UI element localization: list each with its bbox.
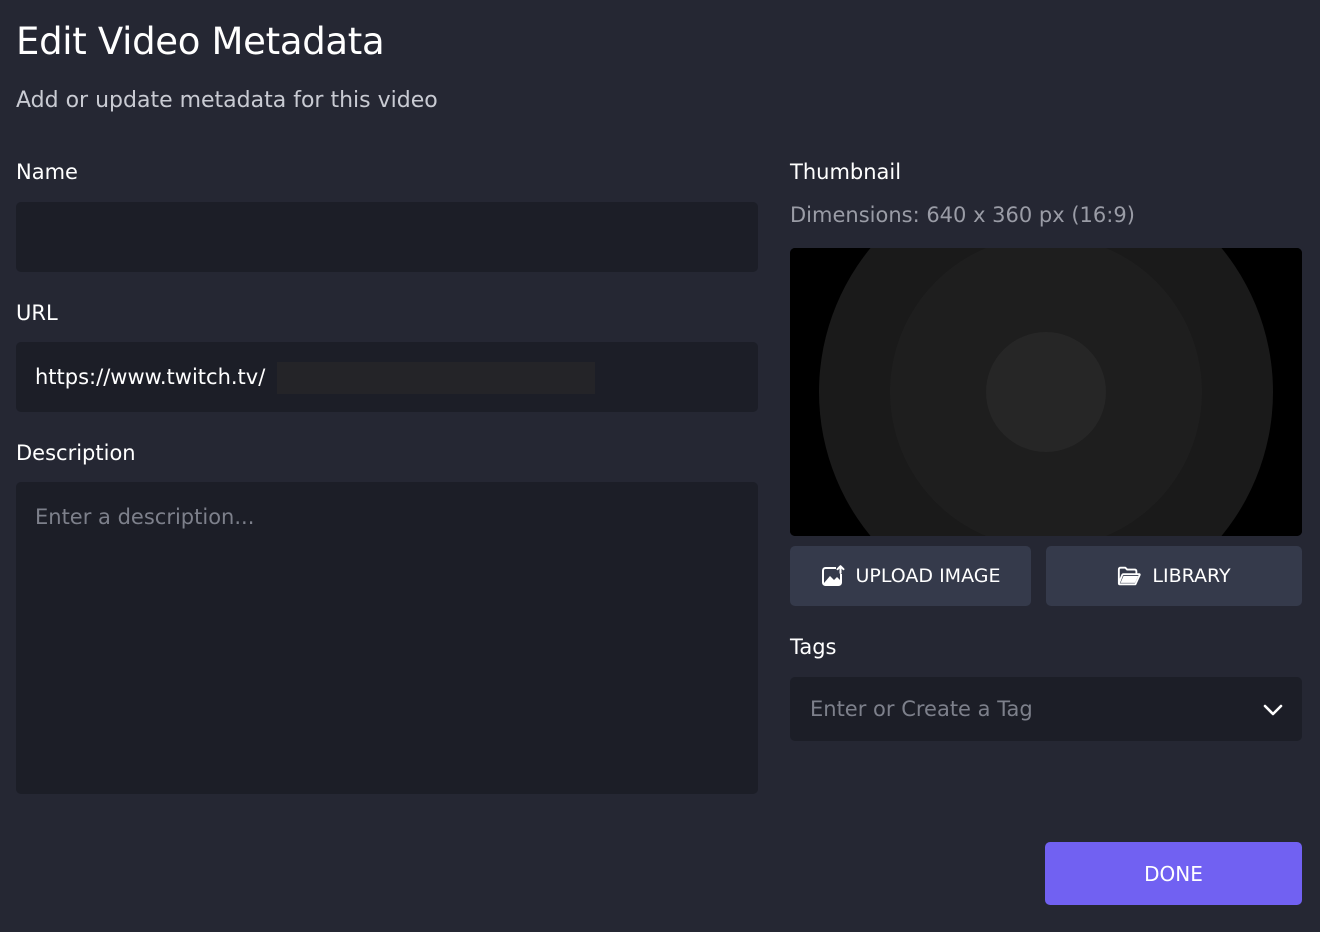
upload-image-label: UPLOAD IMAGE [855, 565, 1001, 587]
done-label: DONE [1144, 861, 1203, 886]
url-input[interactable]: https://www.twitch.tv/ [16, 342, 758, 412]
image-upload-icon [821, 564, 845, 588]
thumbnail-dimensions: Dimensions: 640 x 360 px (16:9) [790, 203, 1135, 227]
name-field-container [16, 202, 758, 272]
url-redacted-segment [277, 362, 595, 394]
url-label: URL [16, 301, 58, 325]
library-label: LIBRARY [1152, 565, 1231, 587]
description-textarea[interactable] [16, 482, 758, 794]
done-button[interactable]: DONE [1045, 842, 1302, 905]
thumbnail-placeholder-graphic [790, 248, 1302, 536]
folder-open-icon [1117, 564, 1142, 588]
library-button[interactable]: LIBRARY [1046, 546, 1302, 606]
tags-placeholder: Enter or Create a Tag [810, 697, 1033, 721]
tags-select[interactable]: Enter or Create a Tag [790, 677, 1302, 741]
name-label: Name [16, 160, 78, 184]
url-value: https://www.twitch.tv/ [35, 365, 266, 389]
description-field-container [16, 482, 758, 794]
thumbnail-label: Thumbnail [790, 160, 902, 184]
name-input[interactable] [16, 202, 758, 272]
thumbnail-preview [790, 248, 1302, 536]
dialog-title: Edit Video Metadata [16, 20, 385, 63]
description-label: Description [16, 441, 136, 465]
tags-label: Tags [790, 635, 837, 659]
dialog-subtitle: Add or update metadata for this video [16, 88, 438, 113]
chevron-down-icon[interactable] [1262, 699, 1284, 721]
upload-image-button[interactable]: UPLOAD IMAGE [790, 546, 1031, 606]
edit-video-metadata-dialog: Edit Video Metadata Add or update metada… [0, 0, 1320, 932]
